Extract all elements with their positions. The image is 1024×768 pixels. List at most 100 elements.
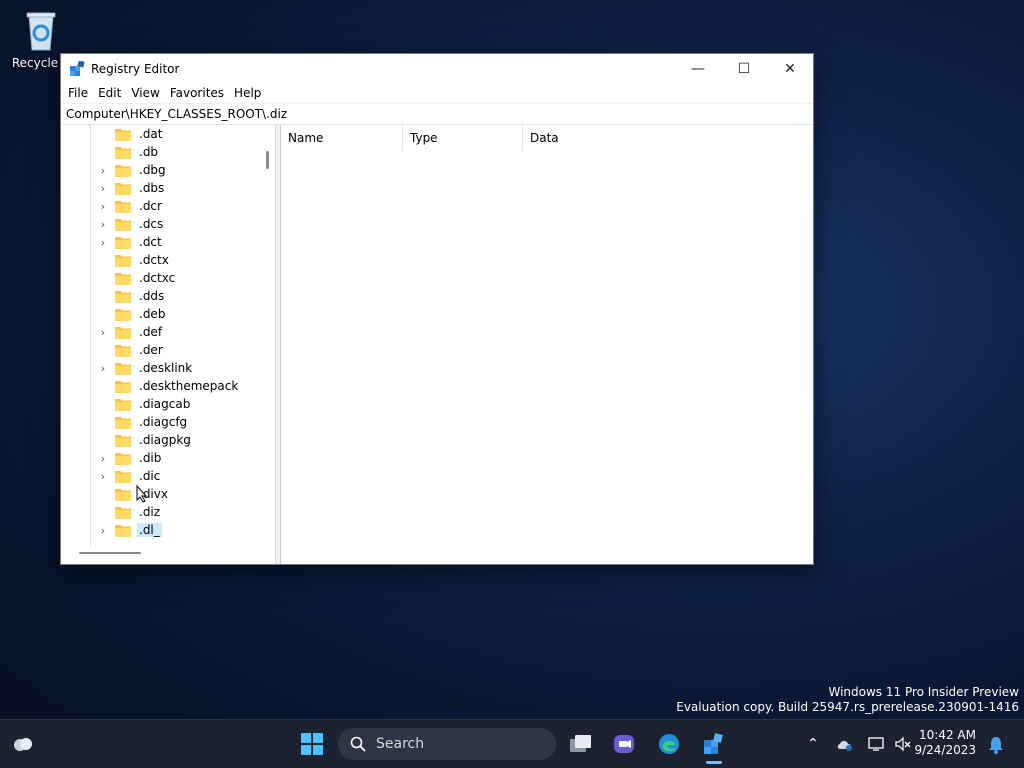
- onedrive-icon[interactable]: [836, 736, 854, 752]
- tree-item[interactable]: .deskthemepack: [61, 377, 240, 395]
- expand-chevron-icon[interactable]: ›: [97, 182, 109, 195]
- registry-editor-icon: [69, 59, 85, 77]
- tree-item[interactable]: .dat: [61, 125, 165, 143]
- show-hidden-icons-chevron-icon[interactable]: ⌃: [804, 736, 822, 752]
- tree-item[interactable]: .der: [61, 341, 165, 359]
- clock-date: 9/24/2023: [914, 743, 976, 757]
- tree-item[interactable]: .diagcab: [61, 395, 192, 413]
- column-data[interactable]: Data: [523, 125, 723, 151]
- window-title: Registry Editor: [91, 61, 180, 76]
- minimize-button[interactable]: —: [675, 54, 721, 83]
- menu-help[interactable]: Help: [229, 83, 266, 103]
- expand-chevron-icon[interactable]: ›: [97, 326, 109, 339]
- registry-editor-icon: [704, 733, 723, 754]
- folder-icon: [115, 236, 131, 249]
- clock[interactable]: 10:42 AM 9/24/2023: [914, 728, 976, 758]
- chat-icon: [614, 735, 634, 753]
- search-icon: [350, 736, 366, 752]
- taskbar-search[interactable]: Search: [338, 728, 556, 760]
- tree-item-label: .dbg: [139, 163, 166, 177]
- tree-item-label: .dcr: [139, 199, 162, 213]
- title-bar[interactable]: Registry Editor — ☐ ✕: [61, 54, 813, 83]
- maximize-button[interactable]: ☐: [721, 54, 767, 83]
- volume-muted-icon[interactable]: [894, 736, 912, 752]
- tree-item[interactable]: › .dib: [61, 449, 163, 467]
- tree-item[interactable]: .dctx: [61, 251, 171, 269]
- expand-chevron-icon[interactable]: ›: [97, 164, 109, 177]
- folder-icon: [115, 128, 131, 141]
- tree-item[interactable]: › .def: [61, 323, 164, 341]
- widgets-button[interactable]: [6, 728, 40, 760]
- folder-icon: [115, 524, 131, 537]
- tree-item-label: .dib: [139, 451, 162, 465]
- expand-chevron-icon[interactable]: ›: [97, 200, 109, 213]
- folder-icon: [115, 146, 131, 159]
- folder-icon: [115, 362, 131, 375]
- expand-chevron-icon[interactable]: ›: [97, 524, 109, 537]
- tree-item-label: .dctxc: [139, 271, 176, 285]
- watermark-line-1: Windows 11 Pro Insider Preview: [828, 685, 1019, 699]
- tree-item[interactable]: .dctxc: [61, 269, 177, 287]
- column-type[interactable]: Type: [403, 125, 523, 151]
- tree-item[interactable]: › .dic: [61, 467, 162, 485]
- values-list[interactable]: Name Type Data: [281, 125, 813, 564]
- tree-horizontal-scrollbar[interactable]: [79, 552, 141, 554]
- folder-icon: [115, 344, 131, 357]
- tree-item[interactable]: › .dl_: [61, 521, 162, 539]
- close-button[interactable]: ✕: [767, 54, 813, 83]
- folder-icon: [115, 290, 131, 303]
- tree-item[interactable]: .divx: [61, 485, 170, 503]
- teams-chat-button[interactable]: [607, 728, 641, 760]
- folder-icon: [115, 416, 131, 429]
- tree-item[interactable]: .diz: [61, 503, 162, 521]
- tree-item[interactable]: .diagcfg: [61, 413, 189, 431]
- windows-logo-icon: [301, 733, 323, 755]
- menu-favorites[interactable]: Favorites: [165, 83, 229, 103]
- folder-icon: [115, 218, 131, 231]
- tree-item-label: .dds: [139, 289, 165, 303]
- tree-item[interactable]: .dds: [61, 287, 166, 305]
- tree-item[interactable]: › .dcr: [61, 197, 164, 215]
- menu-file[interactable]: File: [63, 83, 93, 103]
- tree-item[interactable]: › .dbg: [61, 161, 168, 179]
- tree-item[interactable]: .diagpkg: [61, 431, 193, 449]
- folder-icon: [115, 308, 131, 321]
- tree-item[interactable]: .deb: [61, 305, 167, 323]
- folder-icon: [115, 164, 131, 177]
- notification-bell-icon[interactable]: [988, 736, 1004, 754]
- start-button[interactable]: [295, 728, 329, 760]
- menu-view[interactable]: View: [126, 83, 164, 103]
- tree-item-label: .dcs: [139, 217, 164, 231]
- expand-chevron-icon[interactable]: ›: [97, 452, 109, 465]
- menu-edit[interactable]: Edit: [93, 83, 126, 103]
- folder-icon: [115, 272, 131, 285]
- tree-item[interactable]: › .dbs: [61, 179, 166, 197]
- address-bar[interactable]: Computer\HKEY_CLASSES_ROOT\.diz: [61, 103, 813, 125]
- expand-chevron-icon[interactable]: ›: [97, 218, 109, 231]
- registry-editor-taskbar-button[interactable]: [696, 728, 730, 760]
- watermark-line-2: Evaluation copy. Build 25947.rs_prerelea…: [676, 700, 1019, 714]
- folder-icon: [115, 326, 131, 339]
- edge-button[interactable]: [652, 728, 686, 760]
- column-name[interactable]: Name: [281, 125, 403, 151]
- tree-item[interactable]: › .dct: [61, 233, 164, 251]
- registry-editor-window: Registry Editor — ☐ ✕ File Edit View Fav…: [60, 53, 814, 565]
- tree-vertical-scrollbar[interactable]: [266, 151, 269, 169]
- search-placeholder: Search: [376, 736, 425, 752]
- tree-item[interactable]: › .desklink: [61, 359, 194, 377]
- task-view-button[interactable]: [564, 728, 598, 760]
- network-icon[interactable]: [868, 736, 886, 752]
- tree-item[interactable]: › .dcs: [61, 215, 165, 233]
- tree-item[interactable]: .db: [61, 143, 160, 161]
- tree-item-label: .dl_: [137, 523, 162, 537]
- expand-chevron-icon[interactable]: ›: [97, 362, 109, 375]
- evaluation-watermark: Windows 11 Pro Insider Preview Evaluatio…: [676, 685, 1019, 715]
- expand-chevron-icon[interactable]: ›: [97, 470, 109, 483]
- folder-icon: [115, 452, 131, 465]
- folder-icon: [115, 398, 131, 411]
- key-tree[interactable]: .dat .db › .dbg › .dbs › .dcr › .dcs › .dct .dctx .dc…: [61, 125, 276, 564]
- tree-item-label: .dic: [139, 469, 161, 483]
- tree-item-label: .dbs: [139, 181, 165, 195]
- edge-browser-icon: [659, 734, 679, 754]
- expand-chevron-icon[interactable]: ›: [97, 236, 109, 249]
